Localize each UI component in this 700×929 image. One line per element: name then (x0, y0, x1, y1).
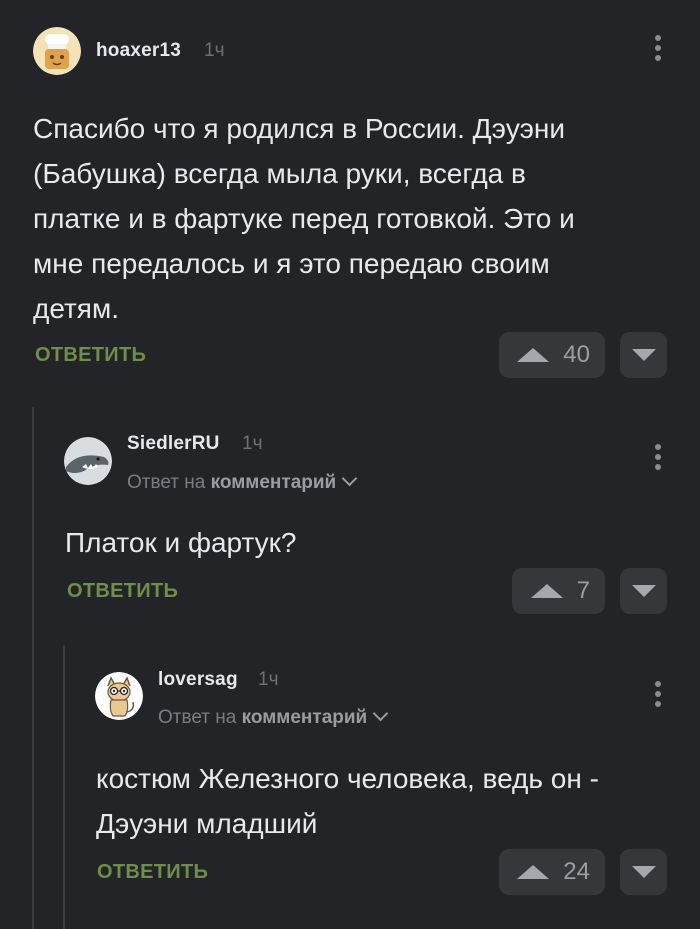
username[interactable]: loversag (158, 669, 238, 691)
reply-button[interactable]: ОТВЕТИТЬ (67, 580, 178, 603)
comment-text-line: детям. (33, 293, 119, 324)
comment-text-line: Платок и фартук? (65, 527, 297, 558)
upvote-button[interactable]: 40 (499, 332, 605, 378)
reply-to-link[interactable]: Ответ на комментарий (127, 470, 358, 494)
downvote-button[interactable] (620, 849, 667, 895)
username[interactable]: hoaxer13 (96, 40, 181, 62)
reply-to-target: комментарий (241, 707, 368, 728)
thread-line-level-1 (32, 407, 34, 929)
reply-to-target: комментарий (210, 472, 337, 493)
downvote-arrow-icon (631, 866, 656, 878)
comment-text-line: (Бабушка) всегда мыла руки, всегда в (33, 158, 526, 189)
vote-count: 7 (576, 577, 590, 604)
reply-button[interactable]: ОТВЕТИТЬ (35, 344, 146, 367)
username[interactable]: SiedlerRU (127, 433, 220, 455)
reply-to-prefix: Ответ на (127, 472, 206, 493)
downvote-button[interactable] (620, 568, 667, 614)
reply-button[interactable]: ОТВЕТИТЬ (97, 861, 208, 884)
comment-text-line: Дэуэни младший (96, 808, 318, 839)
upvote-button[interactable]: 24 (499, 849, 605, 895)
upvote-arrow-icon (517, 865, 550, 879)
comment-text-line: костюм Железного человека, ведь он - (96, 763, 599, 794)
comment-text: Платок и фартук? (65, 520, 665, 565)
timestamp: 1ч (204, 40, 225, 61)
chef-hat-avatar-icon[interactable] (33, 27, 81, 75)
downvote-arrow-icon (631, 585, 656, 597)
shark-avatar-icon[interactable] (64, 437, 112, 485)
comment-text: Спасибо что я родился в России. Дэуэни (… (33, 106, 673, 331)
chevron-down-icon (341, 470, 358, 487)
upvote-button[interactable]: 7 (512, 568, 605, 614)
more-options-icon[interactable] (654, 681, 662, 711)
comment-text: костюм Железного человека, ведь он - Дэу… (96, 756, 686, 846)
chevron-down-icon (372, 705, 389, 722)
comment-text-line: платке и в фартуке перед готовкой. Это и (33, 203, 575, 234)
timestamp: 1ч (258, 669, 279, 690)
comment-text-line: Спасибо что я родился в России. Дэуэни (33, 113, 565, 144)
comments-page: hoaxer13 1ч Спасибо что я родился в Росс… (0, 0, 700, 929)
comment-text-line: мне передалось и я это передаю своим (33, 248, 550, 279)
more-options-icon[interactable] (654, 35, 662, 65)
timestamp: 1ч (242, 433, 263, 454)
downvote-button[interactable] (620, 332, 667, 378)
cat-with-glasses-avatar-icon[interactable] (95, 672, 143, 720)
more-options-icon[interactable] (654, 444, 662, 474)
vote-count: 24 (563, 858, 590, 885)
upvote-arrow-icon (517, 348, 550, 362)
reply-to-link[interactable]: Ответ на комментарий (158, 705, 389, 729)
vote-count: 40 (563, 341, 590, 368)
thread-line-level-2 (63, 645, 65, 929)
downvote-arrow-icon (631, 349, 656, 361)
reply-to-prefix: Ответ на (158, 707, 237, 728)
upvote-arrow-icon (530, 584, 563, 598)
